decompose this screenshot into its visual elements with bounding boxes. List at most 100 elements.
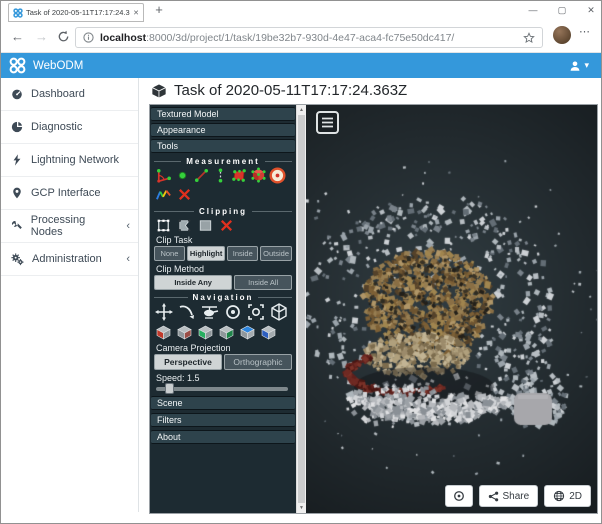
sidebar-item-diagnostic[interactable]: Diagnostic xyxy=(1,111,138,144)
browser-tab[interactable]: Task of 2020-05-11T17:17:24.36 ✕ xyxy=(8,3,144,22)
clip-remove-icon[interactable] xyxy=(218,217,235,234)
url-host: localhost xyxy=(100,32,146,44)
webodm-brand[interactable]: WebODM xyxy=(1,57,83,74)
profile-icon[interactable] xyxy=(155,186,172,203)
scrollbar-down-icon[interactable]: ▼ xyxy=(297,505,306,511)
view-back-cube-icon[interactable] xyxy=(218,324,235,341)
brand-label: WebODM xyxy=(33,60,83,72)
app-navbar: WebODM ▾ xyxy=(1,53,601,78)
render-area[interactable]: Share 2D xyxy=(306,105,597,513)
tab-close-icon[interactable]: ✕ xyxy=(133,9,139,17)
measurement-tools-row2 xyxy=(155,186,193,203)
projection-orthographic-button[interactable]: Orthographic xyxy=(224,354,292,370)
browser-profile-avatar[interactable] xyxy=(553,26,571,44)
view-bottom-cube-icon[interactable] xyxy=(260,324,277,341)
view-front-cube-icon[interactable] xyxy=(197,324,214,341)
height-measure-icon[interactable] xyxy=(212,167,229,184)
view-left-cube-icon[interactable] xyxy=(155,324,172,341)
browser-address-bar: ← → localhost:8000/3d/project/1/task/19b… xyxy=(1,22,601,53)
clip-method-inside-any-button[interactable]: Inside Any xyxy=(154,275,232,290)
user-menu[interactable]: ▾ xyxy=(569,60,601,72)
clipping-section-title: Clipping xyxy=(154,207,292,216)
close-window-button[interactable]: ✕ xyxy=(583,2,599,18)
accordion-filters[interactable]: Filters xyxy=(151,413,295,427)
sidebar-item-label: Administration xyxy=(32,253,102,265)
back-button[interactable]: ← xyxy=(11,29,24,44)
viewer-menu-toggle[interactable] xyxy=(316,111,339,134)
projection-perspective-button[interactable]: Perspective xyxy=(154,354,222,370)
submenu-chevron-icon: ‹ xyxy=(126,220,130,232)
scrollbar-up-icon[interactable]: ▲ xyxy=(297,107,306,113)
clip-plane-icon[interactable] xyxy=(197,217,214,234)
switch-2d-button[interactable]: 2D xyxy=(544,485,591,507)
map-2d-label: 2D xyxy=(569,491,582,502)
favorite-star-icon[interactable] xyxy=(523,32,535,44)
panel-scrollbar[interactable]: ▲ ▼ xyxy=(296,105,306,513)
wrench-icon xyxy=(11,220,23,232)
clip-method-inside-all-button[interactable]: Inside All xyxy=(234,275,292,290)
sidebar-item-dashboard[interactable]: Dashboard xyxy=(1,78,138,111)
maximize-button[interactable]: ▢ xyxy=(554,2,570,18)
accordion-textured-model[interactable]: Textured Model xyxy=(151,107,295,121)
task-title: Task of 2020-05-11T17:17:24.363Z xyxy=(174,82,407,99)
camera-view-button[interactable] xyxy=(445,485,473,507)
scrollbar-thumb[interactable] xyxy=(298,115,305,503)
clip-method-buttons: Inside Any Inside All xyxy=(154,275,292,290)
orbit-tool-icon[interactable] xyxy=(223,302,243,322)
fly-tool-icon[interactable] xyxy=(177,302,197,322)
clip-task-outside-button[interactable]: Outside xyxy=(260,246,292,261)
clip-task-highlight-button[interactable]: Highlight xyxy=(187,246,226,261)
sidebar-item-gcp-interface[interactable]: GCP Interface xyxy=(1,177,138,210)
speed-slider-handle[interactable] xyxy=(165,383,174,394)
clip-task-none-button[interactable]: None xyxy=(154,246,185,261)
forward-button[interactable]: → xyxy=(35,29,48,44)
submenu-chevron-icon: ‹ xyxy=(126,253,130,265)
page-info-icon[interactable] xyxy=(83,32,94,43)
navigation-tools-row xyxy=(154,302,289,322)
browser-window: Task of 2020-05-11T17:17:24.36 ✕ + — ▢ ✕… xyxy=(0,0,602,524)
sidebar-item-label: Dashboard xyxy=(31,88,85,100)
dashboard-icon xyxy=(11,88,23,100)
cube-icon xyxy=(151,83,167,99)
user-icon xyxy=(569,60,581,72)
helicopter-tool-icon[interactable] xyxy=(200,302,220,322)
view-cube-row xyxy=(155,324,277,341)
share-button[interactable]: Share xyxy=(479,485,539,507)
accordion-tools[interactable]: Tools xyxy=(151,139,295,153)
viewer-button-bar: Share 2D xyxy=(445,485,591,507)
accordion-about[interactable]: About xyxy=(151,430,295,444)
sidebar-item-processing-nodes[interactable]: Processing Nodes ‹ xyxy=(1,210,138,243)
view-top-cube-icon[interactable] xyxy=(239,324,256,341)
accordion-appearance[interactable]: Appearance xyxy=(151,123,295,137)
full-extent-icon[interactable] xyxy=(269,302,289,322)
move-tool-icon[interactable] xyxy=(154,302,174,322)
sidebar-item-lightning-network[interactable]: Lightning Network xyxy=(1,144,138,177)
url-field[interactable]: localhost:8000/3d/project/1/task/19be32b… xyxy=(75,27,543,48)
clip-polygon-icon[interactable] xyxy=(176,217,193,234)
view-right-cube-icon[interactable] xyxy=(176,324,193,341)
area-measure-icon[interactable] xyxy=(231,167,248,184)
clipping-tools-row xyxy=(155,217,235,234)
minimize-button[interactable]: — xyxy=(525,2,541,18)
browser-menu-icon[interactable]: ⋯ xyxy=(579,25,591,38)
distance-measure-icon[interactable] xyxy=(193,167,210,184)
page-title: Task of 2020-05-11T17:17:24.363Z xyxy=(151,82,407,99)
speed-label: Speed: 1.5 xyxy=(156,373,200,383)
circle-measure-icon[interactable] xyxy=(269,167,286,184)
accordion-scene[interactable]: Scene xyxy=(151,396,295,410)
measurement-section-title: Measurement xyxy=(154,157,292,166)
volume-measure-icon[interactable] xyxy=(250,167,267,184)
speed-slider[interactable] xyxy=(156,387,288,391)
sidebar-item-label: Diagnostic xyxy=(31,121,82,133)
sidebar-item-administration[interactable]: Administration ‹ xyxy=(1,243,138,276)
reload-icon[interactable] xyxy=(57,30,70,43)
clip-task-label: Clip Task xyxy=(156,235,192,245)
clip-task-inside-button[interactable]: Inside xyxy=(227,246,258,261)
new-tab-button[interactable]: + xyxy=(151,2,167,17)
angle-measure-icon[interactable] xyxy=(155,167,172,184)
clip-volume-icon[interactable] xyxy=(155,217,172,234)
pointcloud-canvas[interactable] xyxy=(306,105,597,513)
point-measure-icon[interactable] xyxy=(174,167,191,184)
remove-measurements-icon[interactable] xyxy=(176,186,193,203)
focus-tool-icon[interactable] xyxy=(246,302,266,322)
